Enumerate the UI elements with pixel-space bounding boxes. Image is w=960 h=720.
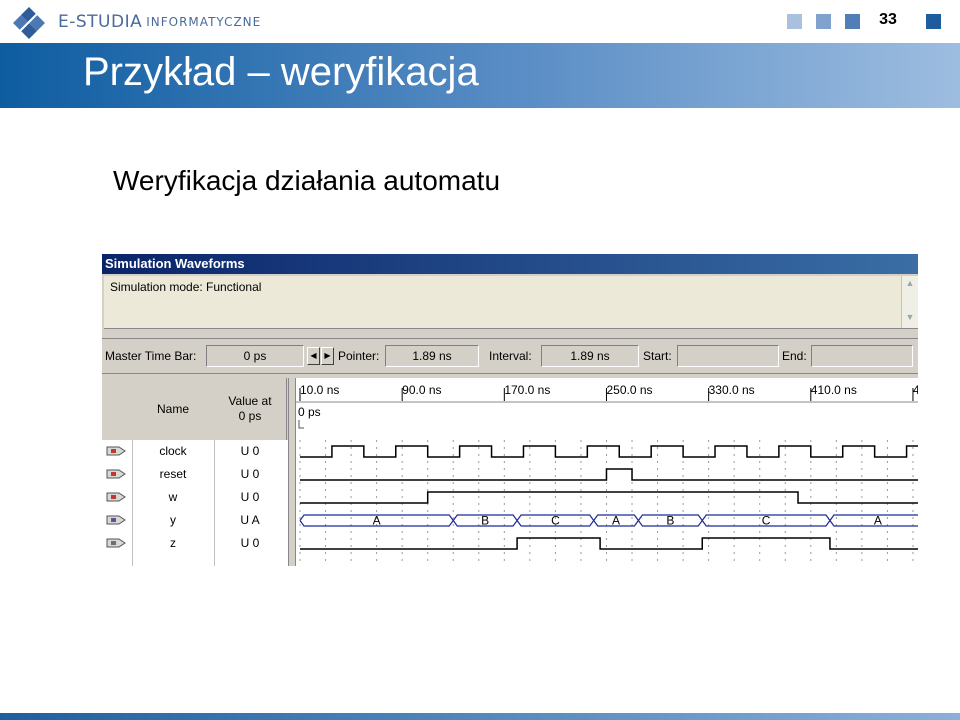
time-label: 330.0 ns xyxy=(709,383,755,397)
time-bar-next-button[interactable]: ▶ xyxy=(321,347,334,365)
signal-value: U 0 xyxy=(240,444,260,458)
nav-square-2 xyxy=(816,14,831,29)
signal-name: z xyxy=(170,536,176,550)
value-column-label: Value at 0 ps xyxy=(214,394,286,424)
nav-square-3 xyxy=(845,14,860,29)
interval-label: Interval: xyxy=(489,349,532,363)
signal-value: U 0 xyxy=(240,467,260,481)
name-column-label: Name xyxy=(156,402,189,416)
y-state-label: C xyxy=(551,514,560,528)
value-column-line1: Value at xyxy=(228,394,272,408)
master-time-bar-field[interactable]: 0 ps xyxy=(206,345,304,367)
pointer-field[interactable]: 1.89 ns xyxy=(385,345,479,367)
time-label: 490.0 ns xyxy=(913,383,918,397)
brand-subtitle: INFORMATYCZNE xyxy=(146,15,262,29)
brand-name: E-STUDIA xyxy=(58,12,143,32)
start-label: Start: xyxy=(643,349,672,363)
nav-square-4 xyxy=(926,14,941,29)
z-waveform xyxy=(300,537,918,550)
scroll-down-icon[interactable]: ▼ xyxy=(904,312,916,326)
message-scrollbar[interactable]: ▲ ▼ xyxy=(901,276,918,328)
time-label: 10.0 ns xyxy=(300,383,339,397)
signal-row-w[interactable]: w U 0 xyxy=(102,486,288,509)
input-pin-icon xyxy=(106,446,126,456)
end-field[interactable] xyxy=(811,345,913,367)
time-label: 410.0 ns xyxy=(811,383,857,397)
input-pin-icon xyxy=(106,492,126,502)
footer-line xyxy=(0,713,960,720)
clock-waveform xyxy=(300,445,918,458)
waveform-pane[interactable]: 10.0 ns 90.0 ns 170.0 ns 250.0 ns 330.0 ns 41… xyxy=(296,378,918,566)
column-divider xyxy=(132,440,133,566)
signal-row-z[interactable]: z U 0 xyxy=(102,532,288,555)
y-state-label: B xyxy=(481,514,489,528)
simulation-window: Simulation Waveforms Simulation mode: Fu… xyxy=(102,254,918,566)
cursor-label: 0 ps xyxy=(298,405,321,419)
start-field[interactable] xyxy=(677,345,779,367)
time-label: 250.0 ns xyxy=(606,383,652,397)
icon-column-header xyxy=(102,378,133,440)
y-state-label: C xyxy=(762,514,771,528)
logo-icon xyxy=(13,7,45,39)
nav-square-1 xyxy=(787,14,802,29)
signal-name: clock xyxy=(159,444,187,458)
message-area: Simulation mode: Functional ▲ ▼ xyxy=(104,276,918,329)
signal-row-reset[interactable]: reset U 0 xyxy=(102,463,288,486)
column-divider xyxy=(214,440,215,566)
time-label: 170.0 ns xyxy=(504,383,550,397)
w-waveform xyxy=(300,491,918,504)
simulation-mode-text: Simulation mode: Functional xyxy=(110,280,262,294)
state-pin-icon xyxy=(106,515,126,525)
signal-value: U 0 xyxy=(240,536,260,550)
end-label: End: xyxy=(782,349,807,363)
slide-title: Przykład – weryfikacja xyxy=(83,50,479,94)
window-title: Simulation Waveforms xyxy=(102,254,918,274)
y-state-label: A xyxy=(373,514,381,528)
pane-splitter[interactable] xyxy=(288,378,296,566)
scroll-up-icon[interactable]: ▲ xyxy=(904,278,916,292)
reset-waveform xyxy=(300,468,918,481)
time-label: 90.0 ns xyxy=(402,383,441,397)
signal-value: U 0 xyxy=(240,490,260,504)
output-pin-icon xyxy=(106,538,126,548)
slide-number: 33 xyxy=(879,11,897,28)
pointer-label: Pointer: xyxy=(338,349,380,363)
value-column-line2: 0 ps xyxy=(238,409,262,423)
y-state-label: A xyxy=(612,514,620,528)
master-time-bar-label: Master Time Bar: xyxy=(105,349,197,363)
name-column-header[interactable]: Name xyxy=(132,378,215,440)
signal-list: clock U 0 reset U 0 w U 0 y U A z U 0 xyxy=(102,440,288,566)
value-column-header[interactable]: Value at 0 ps xyxy=(214,378,287,440)
signal-name: reset xyxy=(159,467,187,481)
y-state-label: B xyxy=(666,514,674,528)
logo: E-STUDIA INFORMATYCZNE xyxy=(12,4,261,40)
interval-field[interactable]: 1.89 ns xyxy=(541,345,639,367)
waveform-chart[interactable]: 10.0 ns 90.0 ns 170.0 ns 250.0 ns 330.0 ns 41… xyxy=(296,378,918,566)
signal-name: w xyxy=(168,490,178,504)
time-bar: Master Time Bar: 0 ps ◀ ▶ Pointer: 1.89 … xyxy=(102,338,918,374)
y-state-label: A xyxy=(874,514,882,528)
input-pin-icon xyxy=(106,469,126,479)
signal-row-y[interactable]: yU A xyxy=(102,509,288,532)
time-bar-prev-button[interactable]: ◀ xyxy=(307,347,320,365)
slide-subtitle: Weryfikacja działania automatu xyxy=(113,165,501,196)
signal-row-clock[interactable]: clock U 0 xyxy=(102,440,288,463)
signal-name: y xyxy=(170,513,176,527)
signal-value: U A xyxy=(240,513,260,527)
